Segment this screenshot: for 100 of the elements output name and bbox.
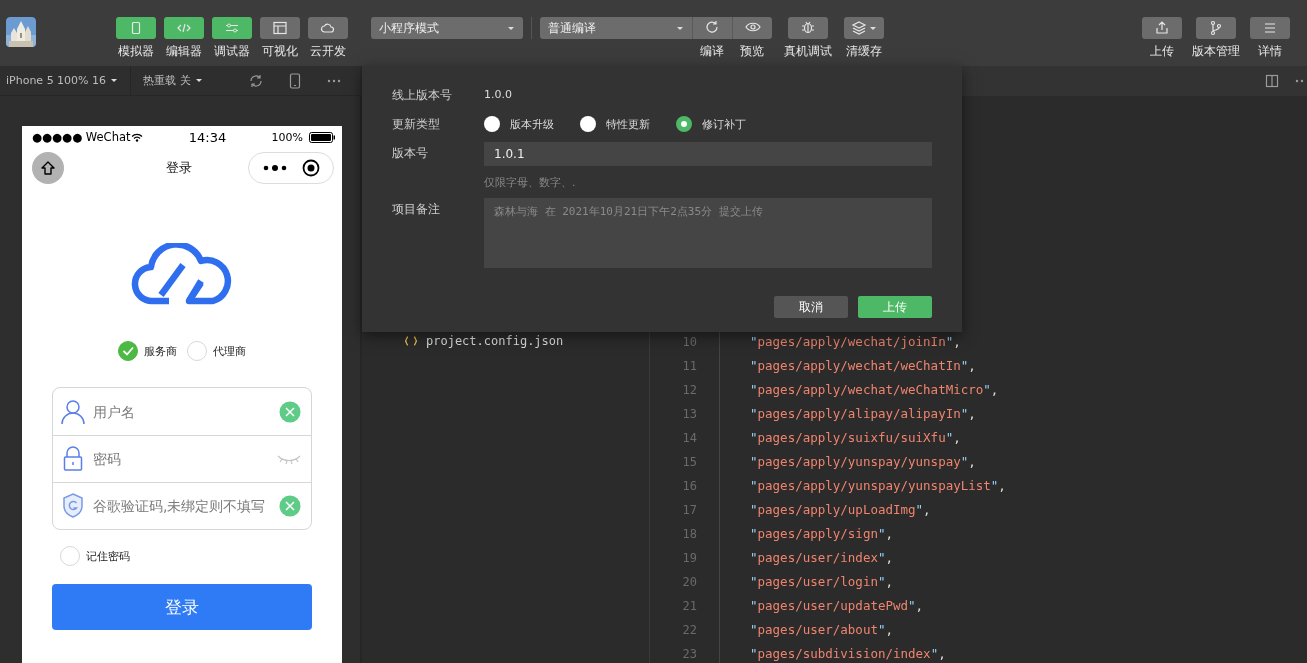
layout-icon xyxy=(272,21,288,35)
layout-toggle[interactable] xyxy=(260,17,300,39)
caret-icon xyxy=(869,25,877,31)
lock-icon xyxy=(61,446,85,472)
line-number: 11 xyxy=(650,354,720,378)
home-icon xyxy=(40,160,56,176)
action-label: 上传 xyxy=(1150,44,1174,58)
menu-icon xyxy=(1262,20,1278,36)
toolbar-button[interactable] xyxy=(1196,17,1236,39)
check-icon xyxy=(122,346,134,356)
action-label: 真机调试 xyxy=(784,44,832,58)
carrier-text: ●●●●● WeChat xyxy=(32,130,131,144)
toolbar-button[interactable] xyxy=(1142,17,1182,39)
tool-label: 调试器 xyxy=(214,44,250,58)
radio-button[interactable] xyxy=(580,116,596,132)
option-label: 代理商 xyxy=(213,343,246,359)
sliders-toggle[interactable] xyxy=(212,17,252,39)
line-number: 15 xyxy=(650,450,720,474)
line-number: 19 xyxy=(650,546,720,570)
radio-indicator[interactable] xyxy=(118,341,138,361)
cancel-button[interactable]: 取消 xyxy=(774,296,848,318)
closed-eye-icon xyxy=(277,454,301,464)
checkbox[interactable] xyxy=(60,546,80,566)
input-field[interactable]: 用户名 xyxy=(93,403,271,420)
line-number: 23 xyxy=(650,642,720,663)
clear-icon xyxy=(279,495,301,517)
code-toggle[interactable] xyxy=(164,17,204,39)
radio-button[interactable] xyxy=(676,116,692,132)
code-line: "pages/apply/alipay/alipayIn", xyxy=(750,407,976,421)
input-field[interactable]: 谷歌验证码,未绑定则不填写 xyxy=(93,498,271,514)
code-line: "pages/apply/upLoadImg", xyxy=(750,503,931,517)
radio-button[interactable] xyxy=(484,116,500,132)
version-input[interactable]: 1.0.1 xyxy=(484,142,932,166)
line-number: 18 xyxy=(650,522,720,546)
clear-icon xyxy=(279,400,301,423)
toolbar-button[interactable] xyxy=(844,17,884,39)
upload-icon xyxy=(1154,20,1170,36)
field-label: 线上版本号 xyxy=(392,87,453,104)
tool-label: 编辑器 xyxy=(166,44,202,58)
toolbar-button[interactable] xyxy=(1250,17,1290,39)
file-name[interactable]: project.config.json xyxy=(426,334,564,348)
compile-select[interactable]: 普通编译 xyxy=(540,17,692,39)
action-label: 编译 xyxy=(700,44,724,58)
device-select[interactable]: iPhone 5 100% 16 xyxy=(0,66,125,95)
user-type-option[interactable]: 代理商 xyxy=(187,341,246,361)
update-type-option[interactable]: 修订补丁 xyxy=(676,113,746,135)
field-label: 更新类型 xyxy=(392,116,441,133)
layers-icon xyxy=(851,20,867,36)
toolbar-button[interactable] xyxy=(732,17,772,39)
shield-icon xyxy=(61,493,85,519)
code-line: "pages/apply/suixfu/suiXfu", xyxy=(750,431,961,445)
version-value: 1.0.0 xyxy=(484,87,513,103)
user-icon xyxy=(61,398,85,425)
more-icon xyxy=(327,78,341,83)
hot-reload-select[interactable]: 热重载 关 xyxy=(130,66,209,95)
home-button[interactable] xyxy=(32,152,64,184)
code-line: "pages/user/index", xyxy=(750,551,893,565)
update-type-option[interactable]: 版本升级 xyxy=(484,113,554,135)
sliders-icon xyxy=(224,21,240,35)
login-button[interactable]: 登录 xyxy=(52,584,312,630)
toolbar-button[interactable] xyxy=(692,17,732,39)
input-field[interactable]: 密码 xyxy=(93,451,269,467)
caret-icon xyxy=(110,78,119,83)
mode-select[interactable]: 小程序模式 xyxy=(371,17,523,39)
remember-option[interactable]: 记住密码 xyxy=(60,546,342,566)
page-title: 登录 xyxy=(165,159,192,177)
line-number: 13 xyxy=(650,402,720,426)
bug-icon xyxy=(800,20,816,36)
caret-icon xyxy=(676,25,684,31)
code-line: "pages/apply/wechat/weChatMicro", xyxy=(750,383,999,397)
caret-icon xyxy=(194,78,203,83)
option-label: 特性更新 xyxy=(606,116,650,132)
wifi-icon xyxy=(131,132,144,142)
line-number: 17 xyxy=(650,498,720,522)
cloud-toggle[interactable] xyxy=(308,17,348,39)
toolbar-button[interactable] xyxy=(788,17,828,39)
radio-indicator[interactable] xyxy=(187,341,207,361)
tool-label: 模拟器 xyxy=(118,44,154,58)
battery-percent: 100% xyxy=(271,130,303,144)
phone-toggle[interactable] xyxy=(116,17,156,39)
refresh-icon xyxy=(704,20,721,36)
code-line: "pages/user/about", xyxy=(750,623,893,637)
code-icon xyxy=(176,21,192,35)
tool-label: 云开发 xyxy=(310,44,346,58)
field-label: 版本号 xyxy=(392,145,429,162)
update-type-option[interactable]: 特性更新 xyxy=(580,113,650,135)
json-file-icon xyxy=(404,336,418,346)
code-line: "pages/apply/sign", xyxy=(750,527,893,541)
code-line: "pages/subdivision/index", xyxy=(750,647,946,661)
code-line: "pages/user/login", xyxy=(750,575,893,589)
battery-icon xyxy=(309,131,336,143)
option-label: 版本升级 xyxy=(510,116,554,132)
user-type-option[interactable]: 服务商 xyxy=(118,341,177,361)
more-icon xyxy=(1295,79,1305,83)
caret-icon xyxy=(507,25,515,31)
field-label: 项目备注 xyxy=(392,201,441,218)
option-label: 服务商 xyxy=(144,343,177,359)
line-number: 21 xyxy=(650,594,720,618)
line-number: 12 xyxy=(650,378,720,402)
code-line: "pages/apply/wechat/weChatIn", xyxy=(750,359,976,373)
